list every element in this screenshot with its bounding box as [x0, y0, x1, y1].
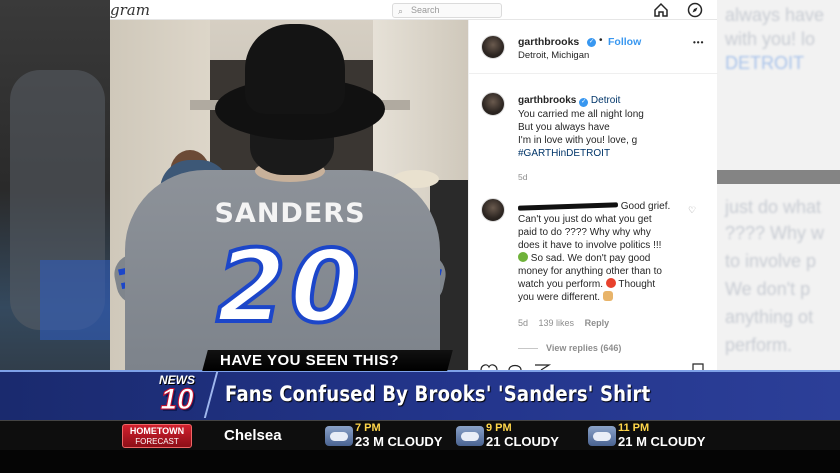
- station-logo-number: 10: [160, 383, 194, 417]
- redacted-username: [517, 202, 619, 211]
- hometown-forecast-badge: HOMETOWN FORECAST: [122, 424, 192, 448]
- forecast-desc: 21 CLOUDY: [486, 434, 559, 449]
- blurred-text: just do what: [725, 197, 822, 217]
- view-replies-button[interactable]: View replies (646): [518, 343, 621, 353]
- caption-header: garthbrooks ✓ Detroit: [518, 94, 620, 107]
- caption-location-tag[interactable]: Detroit: [591, 95, 620, 106]
- blurred-text: to involve p: [725, 251, 817, 271]
- blurred-text: anything ot: [725, 307, 814, 327]
- caption-line: But you always have: [518, 122, 610, 133]
- forecast-desc: 21 M CLOUDY: [618, 434, 706, 449]
- verified-badge-icon: ✓: [579, 98, 589, 107]
- broadcast-frame: always have with you! lo DETROIT just do…: [0, 0, 840, 473]
- forecast-city: Chelsea: [224, 427, 282, 444]
- home-icon[interactable]: [653, 2, 669, 18]
- verified-badge-icon: ✓: [587, 38, 596, 47]
- cloud-icon: [325, 426, 353, 446]
- search-icon: ⌕: [398, 6, 404, 16]
- forecast-time: 9 PM: [486, 422, 512, 434]
- comment-like-heart-icon[interactable]: ♡: [688, 205, 696, 216]
- comment-line: money for anything other than to: [518, 266, 662, 277]
- forecast-desc: 23 M CLOUDY: [355, 434, 443, 449]
- post-action-icons: [480, 363, 704, 370]
- black-cowboy-hat-crown: [245, 24, 345, 114]
- caption-line: You carried me all night long: [518, 109, 644, 120]
- explore-icon[interactable]: [687, 2, 703, 18]
- comment-line: Can't you just do what you get: [518, 214, 652, 225]
- blurred-text: perform.: [725, 335, 793, 355]
- caption-username[interactable]: garthbrooks: [518, 95, 576, 106]
- comment-timestamp[interactable]: 5d: [518, 318, 528, 328]
- comment-line: you were different.: [518, 291, 686, 304]
- post-location[interactable]: Detroit, Michigan: [518, 50, 589, 61]
- search-placeholder: Search: [411, 5, 440, 15]
- angry-face-emoji-icon: [605, 278, 616, 288]
- post-photo[interactable]: SANDERS 20: [110, 20, 468, 370]
- divider-line: [518, 348, 538, 350]
- avatar[interactable]: [481, 35, 505, 59]
- person-facepalm-emoji-icon: [602, 291, 613, 301]
- reply-button[interactable]: Reply: [585, 318, 610, 328]
- jersey-name: SANDERS: [214, 198, 366, 229]
- ticker-bottom-band: [0, 450, 840, 473]
- instagram-logo[interactable]: gram: [110, 1, 150, 19]
- post-username[interactable]: garthbrooks: [518, 36, 579, 48]
- search-input[interactable]: ⌕ Search: [392, 3, 502, 18]
- blurred-shape: [40, 260, 110, 340]
- instagram-top-bar: gram ⌕ Search: [110, 0, 717, 20]
- blurred-text: We don't p: [725, 279, 811, 299]
- forecast-item: 7 PM 23 M CLOUDY: [325, 422, 455, 450]
- caption-hashtag[interactable]: #GARTHinDETROIT: [518, 147, 610, 160]
- sick-face-emoji-icon: [518, 252, 528, 262]
- lower-third-question: HAVE YOU SEEN THIS?: [202, 350, 453, 371]
- blurred-text: ???? Why w: [725, 223, 825, 243]
- comment-line: Good grief.: [517, 200, 686, 213]
- blurred-text: DETROIT: [725, 53, 804, 73]
- station-logo: NEWS 10: [148, 373, 206, 419]
- post-side-panel: garthbrooks ✓ • Follow Detroit, Michigan…: [468, 20, 718, 370]
- forecast-item: 11 PM 21 M CLOUDY: [588, 422, 718, 450]
- forecast-time: 11 PM: [618, 422, 650, 434]
- comment-meta: 5d 139 likes Reply: [518, 318, 617, 328]
- comment-body: Good grief. Can't you just do what you g…: [517, 200, 686, 304]
- comment-line: watch you perform. Thought: [518, 278, 656, 290]
- comment-line: paid to do ???? Why why why: [518, 227, 651, 238]
- caption-line: I'm in love with you! love, g: [518, 135, 638, 146]
- cloud-icon: [588, 426, 616, 446]
- blurred-text: always have: [725, 5, 825, 25]
- follow-button[interactable]: Follow: [608, 36, 641, 48]
- blurred-text: with you! lo: [725, 29, 816, 49]
- comment-line: So sad. We don't pay good: [518, 252, 686, 265]
- comment-line: does it have to involve politics !!!: [518, 240, 662, 251]
- post-header: garthbrooks ✓ • Follow Detroit, Michigan…: [469, 20, 718, 74]
- jersey-number: 20: [214, 228, 364, 345]
- caption-avatar[interactable]: [481, 92, 505, 116]
- haze-icon: [456, 426, 484, 446]
- news-headline: Fans Confused By Brooks' 'Sanders' Shirt: [225, 382, 651, 406]
- caption-timestamp[interactable]: 5d: [518, 172, 527, 182]
- forecast-item: 9 PM 21 CLOUDY: [456, 422, 586, 450]
- separator-dot: •: [599, 35, 603, 46]
- comment-likes[interactable]: 139 likes: [539, 318, 575, 328]
- blurred-shape: [717, 170, 840, 184]
- more-options-icon[interactable]: •••: [693, 38, 704, 47]
- forecast-time: 7 PM: [355, 422, 381, 434]
- commenter-avatar[interactable]: [481, 198, 505, 222]
